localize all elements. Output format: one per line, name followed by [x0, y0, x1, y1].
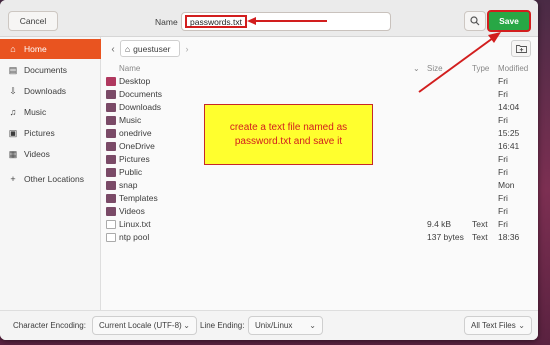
file-modified: 14:04	[498, 102, 520, 112]
file-name: Music	[119, 115, 142, 125]
file-modified: Mon	[498, 180, 515, 190]
file-type: Text	[472, 219, 488, 229]
list-item[interactable]: ntp pool 137 bytes Text 18:36	[101, 231, 538, 244]
back-button[interactable]: ‹	[106, 41, 120, 57]
file-modified: Fri	[498, 219, 508, 229]
file-modified: 18:36	[498, 232, 520, 242]
file-name: Videos	[119, 206, 145, 216]
arrow-to-save-annotation	[418, 32, 501, 93]
dialog-footer: Character Encoding: Current Locale (UTF-…	[0, 310, 538, 340]
new-folder-icon	[515, 45, 527, 53]
file-name: ntp pool	[119, 232, 150, 242]
file-size: 9.4 kB	[427, 219, 452, 229]
file-modified: 15:25	[498, 128, 520, 138]
file-name: Linux.txt	[119, 219, 151, 229]
picture-icon: ▣	[8, 127, 18, 138]
file-name: Downloads	[119, 102, 162, 112]
folder-icon	[106, 90, 116, 99]
file-name: onedrive	[119, 128, 152, 138]
new-folder-button[interactable]	[511, 40, 531, 57]
chevron-down-icon: ⌄	[309, 321, 316, 330]
encoding-dropdown[interactable]: Current Locale (UTF-8) ⌄	[92, 316, 197, 335]
text-file-icon	[106, 233, 116, 242]
folder-icon	[106, 116, 116, 125]
name-label: Name	[155, 17, 178, 27]
path-segment-home[interactable]: ⌂ guestuser	[120, 40, 180, 57]
sidebar-item-label: Documents	[24, 65, 67, 75]
folder-icon	[106, 129, 116, 138]
save-file-dialog: Cancel Name passwords.txt Save ⌂ Home ▤ …	[0, 0, 538, 340]
sidebar-item-label: Videos	[24, 149, 50, 159]
file-modified: Fri	[498, 193, 508, 203]
plus-icon: +	[10, 174, 16, 184]
folder-icon	[106, 207, 116, 216]
line-ending-label: Line Ending:	[200, 321, 245, 330]
file-name: Public	[119, 167, 143, 177]
file-size: 137 bytes	[427, 232, 464, 242]
folder-icon	[106, 181, 116, 190]
encoding-label: Character Encoding:	[13, 321, 86, 330]
music-icon: ♫	[9, 107, 17, 117]
folder-icon	[106, 155, 116, 164]
sidebar-item-label: Home	[24, 44, 47, 54]
file-name: snap	[119, 180, 138, 190]
file-filter-dropdown[interactable]: All Text Files ⌄	[464, 316, 532, 335]
file-modified: Fri	[498, 154, 508, 164]
column-name[interactable]: Name	[119, 64, 140, 73]
chevron-down-icon: ⌄	[183, 321, 190, 330]
file-modified: Fri	[498, 167, 508, 177]
sidebar-item-label: Other Locations	[24, 174, 85, 184]
line-ending-dropdown[interactable]: Unix/Linux ⌄	[248, 316, 323, 335]
sidebar-item-documents[interactable]: ▤ Documents	[0, 60, 101, 80]
chevron-left-icon: ‹	[111, 43, 115, 55]
path-segment-label: guestuser	[133, 43, 171, 54]
places-sidebar: ⌂ Home ▤ Documents ⇩ Downloads ♫ Music ▣…	[0, 37, 101, 310]
file-modified: Fri	[498, 206, 508, 216]
home-icon: ⌂	[125, 43, 131, 54]
file-modified: Fri	[498, 115, 508, 125]
list-item[interactable]: Public Fri	[101, 166, 538, 179]
search-icon	[470, 16, 480, 26]
download-icon: ⇩	[9, 85, 17, 96]
sidebar-item-home[interactable]: ⌂ Home	[0, 39, 101, 59]
document-icon: ▤	[8, 64, 18, 75]
file-name: Pictures	[119, 154, 150, 164]
line-ending-value: Unix/Linux	[255, 321, 293, 330]
sidebar-item-downloads[interactable]: ⇩ Downloads	[0, 81, 101, 101]
sidebar-item-videos[interactable]: ▦ Videos	[0, 144, 101, 164]
sidebar-item-music[interactable]: ♫ Music	[0, 102, 101, 122]
list-item[interactable]: Linux.txt 9.4 kB Text Fri	[101, 218, 538, 231]
list-item[interactable]: Templates Fri	[101, 192, 538, 205]
folder-icon	[106, 142, 116, 151]
file-filter-value: All Text Files	[471, 321, 516, 330]
home-icon: ⌂	[10, 44, 16, 54]
file-type: Text	[472, 232, 488, 242]
sidebar-item-label: Music	[24, 107, 47, 117]
text-file-icon	[106, 220, 116, 229]
sidebar-item-label: Pictures	[24, 128, 55, 138]
chevron-down-icon: ⌄	[518, 321, 525, 330]
folder-icon	[106, 194, 116, 203]
sidebar-item-pictures[interactable]: ▣ Pictures	[0, 123, 101, 143]
file-modified: 16:41	[498, 141, 520, 151]
forward-button[interactable]: ›	[181, 41, 193, 57]
sidebar-item-label: Downloads	[24, 86, 67, 96]
folder-icon	[106, 168, 116, 177]
desktop-folder-icon	[106, 77, 116, 86]
filename-value[interactable]: passwords.txt	[185, 15, 247, 28]
file-name: Templates	[119, 193, 158, 203]
chevron-right-icon: ›	[185, 44, 189, 54]
list-item[interactable]: Videos Fri	[101, 205, 538, 218]
downloads-folder-icon	[106, 103, 116, 112]
file-name: OneDrive	[119, 141, 155, 151]
arrow-to-filename-annotation	[247, 17, 327, 25]
file-name: Documents	[119, 89, 162, 99]
cancel-button[interactable]: Cancel	[8, 11, 58, 31]
instruction-annotation: create a text file named as password.txt…	[204, 104, 373, 165]
encoding-value: Current Locale (UTF-8)	[99, 321, 182, 330]
file-name: Desktop	[119, 76, 151, 86]
list-item[interactable]: snap Mon	[101, 179, 538, 192]
sidebar-item-other-locations[interactable]: + Other Locations	[0, 169, 101, 189]
video-icon: ▦	[8, 148, 18, 159]
